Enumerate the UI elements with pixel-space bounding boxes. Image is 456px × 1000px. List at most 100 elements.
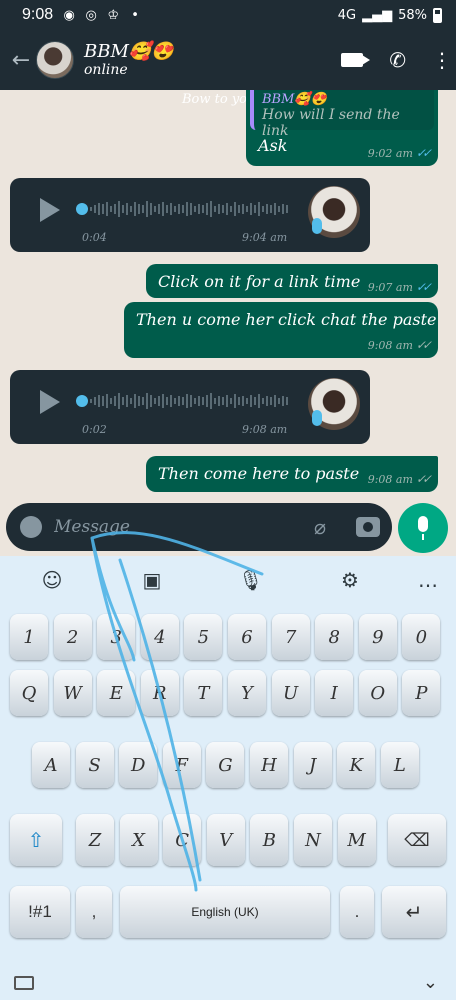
symbols-key[interactable]: !#1 xyxy=(10,886,70,938)
voice-input-icon[interactable]: 🎙 xyxy=(238,568,263,592)
seek-handle[interactable] xyxy=(76,395,88,407)
key-x[interactable]: X xyxy=(119,814,158,866)
enter-icon: ↵ xyxy=(405,901,423,924)
message-outgoing-reply[interactable]: BBM🥰😍 How will I send the link Ask 9:02 … xyxy=(246,90,438,166)
play-icon[interactable] xyxy=(40,390,60,414)
seek-handle[interactable] xyxy=(76,203,88,215)
message-meta: 9:07 am ✓✓ xyxy=(368,280,432,294)
key-g[interactable]: G xyxy=(206,742,245,788)
key-b[interactable]: B xyxy=(250,814,289,866)
play-icon[interactable] xyxy=(40,198,60,222)
key-p[interactable]: P xyxy=(402,670,441,716)
sticker-icon[interactable]: ▣ xyxy=(140,568,164,592)
delivered-ticks-icon: ✓✓ xyxy=(415,472,432,486)
video-call-icon[interactable] xyxy=(341,53,371,67)
keyboard-more-icon[interactable]: … xyxy=(416,568,440,592)
shift-icon: ⇧ xyxy=(27,829,45,852)
voice-message-incoming[interactable]: 0:04 9:04 am xyxy=(10,178,370,252)
key-label: 5 xyxy=(197,626,210,648)
key-0[interactable]: 0 xyxy=(402,614,441,660)
key-f[interactable]: F xyxy=(162,742,201,788)
hide-keyboard-icon[interactable]: ⌄ xyxy=(423,972,438,993)
emoji-keyboard-icon[interactable]: ☺ xyxy=(40,568,64,592)
key-label: N xyxy=(305,829,321,851)
whatsapp-icon: ◉ xyxy=(63,7,75,23)
phone-icon[interactable]: ✆ xyxy=(389,48,406,72)
key-6[interactable]: 6 xyxy=(228,614,266,660)
key-m[interactable]: M xyxy=(337,814,376,866)
contact-avatar[interactable] xyxy=(36,41,74,79)
quoted-message[interactable]: BBM🥰😍 How will I send the link xyxy=(250,90,434,139)
key-label: S xyxy=(88,754,101,776)
key-label: 4 xyxy=(154,626,166,648)
key-j[interactable]: J xyxy=(293,742,332,788)
key-v[interactable]: V xyxy=(206,814,245,866)
key-q[interactable]: Q xyxy=(10,670,48,716)
key-2[interactable]: 2 xyxy=(53,614,92,660)
message-outgoing[interactable]: Click on it for a link time 9:07 am ✓✓ xyxy=(146,264,438,298)
header-actions: ✆ ⋮ xyxy=(341,48,452,72)
waveform[interactable] xyxy=(90,200,300,218)
key-i[interactable]: I xyxy=(315,670,354,716)
enter-key[interactable]: ↵ xyxy=(382,886,446,938)
key-label: Z xyxy=(88,829,102,851)
shift-key[interactable]: ⇧ xyxy=(10,814,62,866)
key-e[interactable]: E xyxy=(97,670,136,716)
more-vert-icon[interactable]: ⋮ xyxy=(432,50,452,70)
attach-icon[interactable]: ⌀ xyxy=(308,515,332,539)
message-input[interactable] xyxy=(54,515,284,539)
message-time: 9:04 am xyxy=(242,231,288,244)
key-label: 8 xyxy=(328,626,340,648)
backspace-key[interactable]: ⌫ xyxy=(388,814,446,866)
status-bar: 9:08 ◉ ◎ ♔ • 4G ▂▄▆ 58% xyxy=(0,0,456,30)
key-c[interactable]: C xyxy=(163,814,202,866)
key-s[interactable]: S xyxy=(75,742,114,788)
key-l[interactable]: L xyxy=(380,742,419,788)
message-text: Then come here to paste xyxy=(158,464,360,483)
comma-key[interactable]: , xyxy=(76,886,112,938)
key-u[interactable]: U xyxy=(271,670,310,716)
key-o[interactable]: O xyxy=(358,670,397,716)
composer: ⌀ xyxy=(0,500,456,556)
key-7[interactable]: 7 xyxy=(271,614,310,660)
key-label: B xyxy=(262,829,276,851)
camera-icon[interactable] xyxy=(356,517,380,537)
key-1[interactable]: 1 xyxy=(10,614,48,660)
keyboard-settings-icon[interactable]: ⚙ xyxy=(338,568,362,592)
keyboard-switch-icon[interactable] xyxy=(14,976,34,990)
key-label: 6 xyxy=(241,626,253,648)
emoji-icon[interactable] xyxy=(20,516,42,538)
key-h[interactable]: H xyxy=(250,742,288,788)
key-d[interactable]: D xyxy=(119,742,158,788)
key-5[interactable]: 5 xyxy=(184,614,223,660)
message-outgoing[interactable]: Then come here to paste 9:08 am ✓✓ xyxy=(146,456,438,492)
key-label: C xyxy=(175,829,190,851)
key-label: 2 xyxy=(66,626,79,648)
key-3[interactable]: 3 xyxy=(97,614,136,660)
waveform[interactable] xyxy=(90,392,300,410)
crown-icon: ♔ xyxy=(107,7,119,23)
key-z[interactable]: Z xyxy=(76,814,114,866)
key-n[interactable]: N xyxy=(294,814,332,866)
key-a[interactable]: A xyxy=(32,742,70,788)
key-8[interactable]: 8 xyxy=(315,614,354,660)
key-k[interactable]: K xyxy=(337,742,376,788)
chat-area[interactable]: Bow to your 🤴 BBM🥰😍 How will I send the … xyxy=(0,90,456,500)
key-t[interactable]: T xyxy=(184,670,223,716)
back-arrow-icon[interactable]: ← xyxy=(6,40,36,80)
key-label: W xyxy=(63,682,82,704)
period-key[interactable]: . xyxy=(340,886,374,938)
message-outgoing[interactable]: Then u come her click chat the paste 9:0… xyxy=(124,302,438,358)
key-4[interactable]: 4 xyxy=(140,614,179,660)
key-label: 0 xyxy=(415,626,428,648)
key-r[interactable]: R xyxy=(140,670,179,716)
key-9[interactable]: 9 xyxy=(358,614,397,660)
key-w[interactable]: W xyxy=(53,670,92,716)
key-label: 1 xyxy=(23,626,35,648)
space-key[interactable]: English (UK) xyxy=(120,886,330,938)
voice-message-incoming[interactable]: 0:02 9:08 am xyxy=(10,370,370,444)
read-ticks-icon: ✓✓ xyxy=(415,146,432,160)
key-y[interactable]: Y xyxy=(228,670,266,716)
voice-record-button[interactable] xyxy=(398,503,448,553)
contact-info[interactable]: BBM🥰😍 online xyxy=(84,41,174,79)
